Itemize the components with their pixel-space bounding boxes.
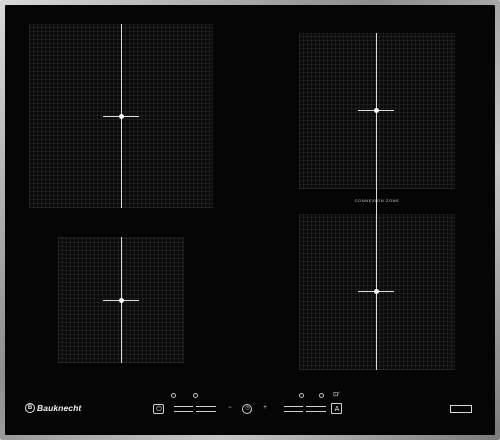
slider-divider: [303, 406, 306, 412]
power-icon: ⏻: [156, 406, 162, 413]
right-zone-slider[interactable]: [284, 406, 326, 412]
bridge-icon: ⊡⁄: [332, 392, 340, 398]
minus-button[interactable]: −: [227, 405, 233, 411]
timer-button[interactable]: ◷: [242, 404, 252, 414]
auto-button[interactable]: A: [331, 403, 342, 414]
power-button[interactable]: ⏻: [153, 404, 164, 414]
zone-indicator-icon: [171, 393, 176, 398]
plus-button[interactable]: +: [262, 405, 268, 411]
zone-center-dot: [119, 298, 124, 303]
cooking-zone-front-right[interactable]: [299, 214, 455, 370]
slider-divider: [193, 406, 196, 412]
zone-center-dot: [374, 108, 379, 113]
left-zone-slider[interactable]: [174, 406, 216, 412]
brand-mark-icon: B: [25, 403, 35, 413]
brand-logo: B Bauknecht: [25, 402, 81, 414]
zone-center-dot: [119, 114, 124, 119]
cooking-zone-front-left[interactable]: [58, 237, 184, 363]
cooking-zone-rear-left[interactable]: [29, 24, 213, 208]
cooking-zone-rear-right[interactable]: [299, 33, 455, 189]
timer-display: [450, 405, 472, 413]
zone-center-dot: [374, 289, 379, 294]
zone-indicator-icon: [319, 393, 324, 398]
timer-icon: ◷: [245, 405, 250, 411]
zone-indicator-icon: [193, 393, 198, 398]
zone-indicator-icon: [299, 393, 304, 398]
brand-name: Bauknecht: [37, 403, 82, 413]
connection-zone-label: CONNEXION ZONE: [354, 198, 400, 203]
auto-label: A: [334, 406, 340, 413]
